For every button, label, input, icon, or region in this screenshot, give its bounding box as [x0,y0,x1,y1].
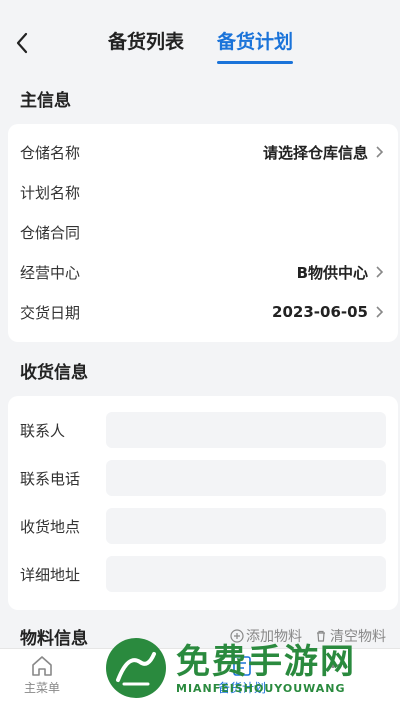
more-icon [331,664,347,668]
row-plan-name[interactable]: 计划名称 [20,172,386,212]
section-title-material-info: 物料信息 [20,629,88,649]
nav-item-home[interactable]: 主菜单 [24,653,60,696]
receive-info-card: 联系人 联系电话 收货地点 详细地址 [8,396,398,610]
field-delivery-location: 收货地点 [20,506,386,546]
row-delivery-date[interactable]: 交货日期 2023-06-05 [20,292,386,332]
nav-item-list[interactable] [118,653,144,679]
add-material-button[interactable]: 添加物料 [230,626,302,646]
row-value: 请选择仓库信息 [263,142,386,163]
chevron-left-icon [16,32,28,54]
row-storage-contract[interactable]: 仓储合同 [20,212,386,252]
nav-item-more[interactable] [326,653,352,679]
home-icon [32,656,52,676]
row-label: 交货日期 [20,303,81,322]
bottom-nav: 主菜单 备货计划 [0,648,400,711]
back-button[interactable] [8,26,36,60]
chevron-right-icon [376,146,384,158]
contact-phone-input[interactable] [106,460,386,496]
detailed-address-input[interactable] [106,556,386,592]
row-value: B物供中心 [297,262,386,283]
row-label: 仓储合同 [20,223,81,242]
field-label: 详细地址 [20,565,81,584]
active-tab-indicator [217,61,294,64]
chevron-right-icon [376,266,384,278]
chevron-right-icon [376,306,384,318]
delivery-location-input[interactable] [106,508,386,544]
field-label: 联系电话 [20,469,81,488]
row-label: 经营中心 [20,263,81,282]
clear-material-button[interactable]: 清空物料 [314,626,386,646]
contact-person-input[interactable] [106,412,386,448]
row-business-center[interactable]: 经营中心 B物供中心 [20,252,386,292]
plus-circle-icon [230,629,244,643]
field-label: 联系人 [20,421,66,440]
row-label: 计划名称 [20,183,81,202]
main-info-card: 仓储名称 请选择仓库信息 计划名称 仓储合同 经营中心 B物供中心 交货日期 2… [8,124,398,342]
row-warehouse-name[interactable]: 仓储名称 请选择仓库信息 [20,132,386,172]
tab-stock-list[interactable]: 备货列表 [108,28,184,64]
top-bar: 备货列表 备货计划 [0,0,400,76]
section-title-main-info: 主信息 [20,91,71,111]
plan-icon [233,656,251,676]
field-detailed-address: 详细地址 [20,554,386,594]
row-value: 2023-06-05 [272,303,386,321]
row-label: 仓储名称 [20,143,81,162]
field-contact-person: 联系人 [20,410,386,450]
field-contact-phone: 联系电话 [20,458,386,498]
field-label: 收货地点 [20,517,81,536]
trash-icon [317,630,325,642]
material-actions: 添加物料 清空物料 [230,626,386,646]
list-icon [124,659,138,673]
nav-item-plan[interactable]: 备货计划 [218,653,266,696]
tab-stock-plan[interactable]: 备货计划 [217,28,294,64]
section-title-receive-info: 收货信息 [20,363,88,383]
